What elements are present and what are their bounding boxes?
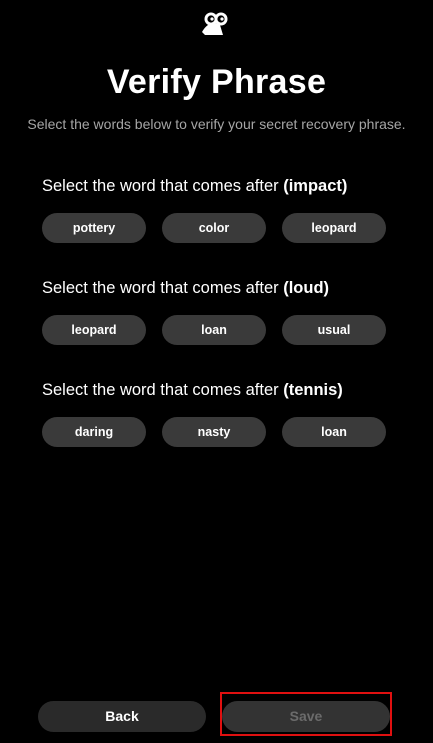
owl-logo-icon <box>199 8 231 36</box>
question-2-options: leopard loan usual <box>42 315 412 345</box>
word-option-button[interactable]: loan <box>162 315 266 345</box>
word-option-button[interactable]: leopard <box>42 315 146 345</box>
question-1-label: Select the word that comes after (impact… <box>42 175 412 197</box>
question-keyword: (tennis) <box>283 381 343 399</box>
question-3-label: Select the word that comes after (tennis… <box>42 379 412 401</box>
question-prefix: Select the word that comes after <box>42 279 284 297</box>
back-button[interactable]: Back <box>38 701 206 732</box>
question-3: Select the word that comes after (tennis… <box>42 379 412 447</box>
question-keyword: (impact) <box>283 177 348 195</box>
save-button[interactable]: Save <box>222 701 390 732</box>
question-keyword: (loud) <box>283 279 330 297</box>
question-3-options: daring nasty loan <box>42 417 412 447</box>
question-prefix: Select the word that comes after <box>42 177 284 195</box>
word-option-button[interactable]: color <box>162 213 266 243</box>
word-option-button[interactable]: pottery <box>42 213 146 243</box>
question-prefix: Select the word that comes after <box>42 381 284 399</box>
word-option-button[interactable]: nasty <box>162 417 266 447</box>
question-1-options: pottery color leopard <box>42 213 412 243</box>
word-option-button[interactable]: loan <box>282 417 386 447</box>
word-option-button[interactable]: usual <box>282 315 386 345</box>
page-subtitle: Select the words below to verify your se… <box>27 116 406 132</box>
question-2: Select the word that comes after (loud) … <box>42 277 412 345</box>
word-option-button[interactable]: leopard <box>282 213 386 243</box>
question-1: Select the word that comes after (impact… <box>42 175 412 243</box>
word-option-button[interactable]: daring <box>42 417 146 447</box>
page-title: Verify Phrase <box>106 63 327 101</box>
question-2-label: Select the word that comes after (loud) <box>42 277 412 299</box>
